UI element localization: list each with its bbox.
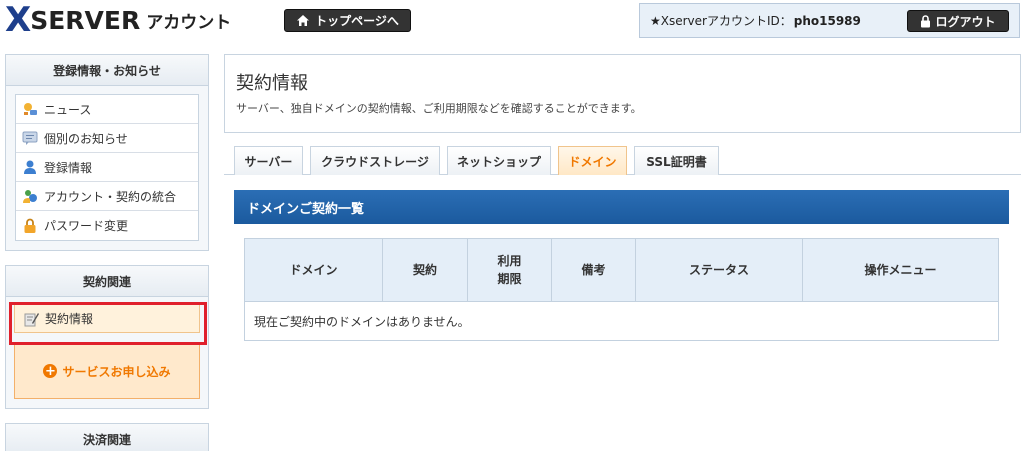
column-header-operation-menu: 操作メニュー (802, 238, 999, 302)
page-header-panel: 契約情報 サーバー、独自ドメインの契約情報、ご利用期限などを確認することができま… (224, 54, 1021, 133)
lock-icon (24, 218, 36, 233)
service-apply-button-label: サービスお申し込み (62, 364, 171, 379)
home-icon (297, 15, 310, 26)
logout-button[interactable]: ログアウト (907, 10, 1009, 32)
page-title: 契約情報 (236, 73, 308, 94)
tab-net-shop[interactable]: ネットショップ (447, 146, 551, 175)
service-apply-button[interactable]: + サービスお申し込み (14, 343, 200, 399)
sidebar-section-title: 登録情報・お知らせ (6, 55, 208, 86)
sidebar-item-account-merge[interactable]: アカウント・契約の統合 (16, 182, 198, 211)
sidebar-item-password-change[interactable]: パスワード変更 (16, 211, 198, 240)
sidebar-section-payment: 決済関連 (5, 423, 209, 451)
plus-icon: + (43, 363, 58, 379)
column-header-notes: 備考 (551, 238, 636, 302)
account-id-value: pho15989 (793, 14, 861, 28)
sidebar-item-news[interactable]: ニュース (16, 95, 198, 124)
xserver-logo[interactable]: X SERVER アカウント (5, 0, 232, 40)
logo-x: X (5, 0, 31, 40)
table-header-row: ドメイン 契約 利用 期限 備考 ステータス 操作メニュー (244, 238, 999, 302)
logo-server: SERVER (30, 5, 141, 35)
logo-account-text: アカウント (146, 12, 232, 33)
sidebar-section-title: 契約関連 (6, 266, 208, 297)
top-page-button[interactable]: トップページへ (284, 9, 411, 32)
column-header-contract: 契約 (382, 238, 468, 302)
sidebar-item-registration-info[interactable]: 登録情報 (16, 153, 198, 182)
sidebar-section-registration: 登録情報・お知らせ ニュース 個別のお知らせ 登録情報 アカウント・契約の統合 … (5, 54, 209, 251)
column-header-expiry: 利用 期限 (467, 238, 552, 302)
merge-icon (23, 190, 37, 203)
lock-icon (921, 14, 931, 27)
tab-bar: サーバー クラウドストレージ ネットショップ ドメイン SSL証明書 (234, 146, 726, 175)
top-page-button-label: トップページへ (315, 14, 399, 28)
user-icon (24, 160, 36, 174)
section-title-bar: ドメインご契約一覧 (234, 190, 1009, 224)
highlight-frame (9, 302, 207, 345)
page-description: サーバー、独自ドメインの契約情報、ご利用期限などを確認することができます。 (236, 102, 642, 115)
domain-contract-table: ドメイン 契約 利用 期限 備考 ステータス 操作メニュー 現在ご契約中のドメイ… (244, 238, 999, 341)
column-header-domain: ドメイン (244, 238, 383, 302)
tab-ssl-certificate[interactable]: SSL証明書 (634, 146, 719, 175)
sidebar-list: ニュース 個別のお知らせ 登録情報 アカウント・契約の統合 パスワード変更 (15, 94, 199, 241)
account-info-box: ★XserverアカウントID： pho15989 ログアウト (639, 3, 1020, 38)
news-icon (24, 103, 37, 115)
sidebar-section-title: 決済関連 (6, 424, 208, 451)
empty-message: 現在ご契約中のドメインはありません。 (244, 301, 999, 341)
logout-button-label: ログアウト (935, 14, 996, 29)
tab-cloud-storage[interactable]: クラウドストレージ (310, 146, 440, 175)
account-id-label: ★XserverアカウントID： pho15989 (650, 14, 861, 28)
tab-server[interactable]: サーバー (234, 146, 303, 175)
sidebar-item-individual-notice[interactable]: 個別のお知らせ (16, 124, 198, 153)
message-icon (22, 131, 38, 145)
column-header-status: ステータス (635, 238, 803, 302)
table-row: 現在ご契約中のドメインはありません。 (244, 301, 999, 341)
tab-domain[interactable]: ドメイン (558, 146, 627, 175)
